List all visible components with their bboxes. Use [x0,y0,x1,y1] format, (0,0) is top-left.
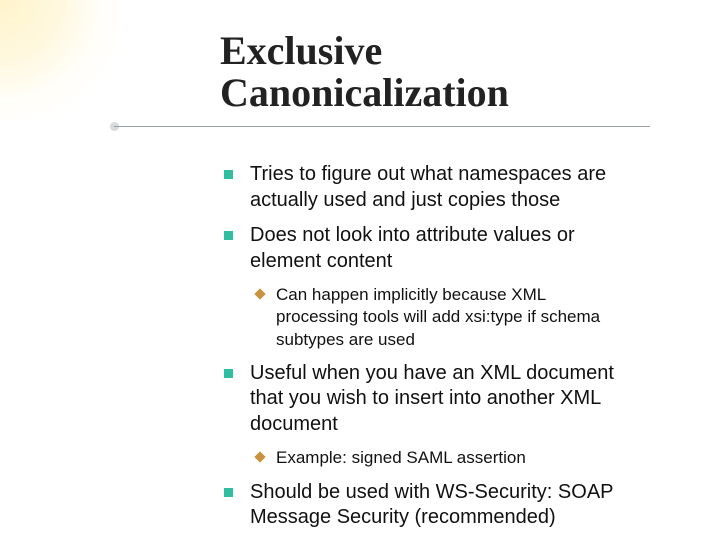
slide-title: Exclusive Canonicalization [220,30,660,114]
title-line-1: Exclusive [220,28,382,73]
title-rule [114,120,650,134]
list-item: Tries to figure out what namespaces are … [220,162,620,213]
title-line-2: Canonicalization [220,70,509,115]
square-bullet-icon [224,369,233,378]
list-item-text: Should be used with WS-Security: SOAP Me… [250,481,613,529]
diamond-bullet-icon [254,289,265,300]
slide-body: Tries to figure out what namespaces are … [220,162,620,531]
list-item-text: Can happen implicitly because XML proces… [276,285,600,348]
rule-line [114,126,650,127]
list-item-text: Useful when you have an XML document tha… [250,362,614,435]
list-item: Should be used with WS-Security: SOAP Me… [220,480,620,531]
diamond-bullet-icon [254,452,265,463]
list-item: Example: signed SAML assertion [250,447,620,469]
square-bullet-icon [224,170,233,179]
list-item-text: Does not look into attribute values or e… [250,224,575,272]
list-item: Can happen implicitly because XML proces… [250,284,620,350]
slide: Exclusive Canonicalization Tries to figu… [0,0,720,540]
square-bullet-icon [224,488,233,497]
list-item: Useful when you have an XML document tha… [220,361,620,438]
square-bullet-icon [224,231,233,240]
list-item-text: Example: signed SAML assertion [276,448,526,467]
list-item-text: Tries to figure out what namespaces are … [250,163,606,211]
list-item: Does not look into attribute values or e… [220,223,620,274]
